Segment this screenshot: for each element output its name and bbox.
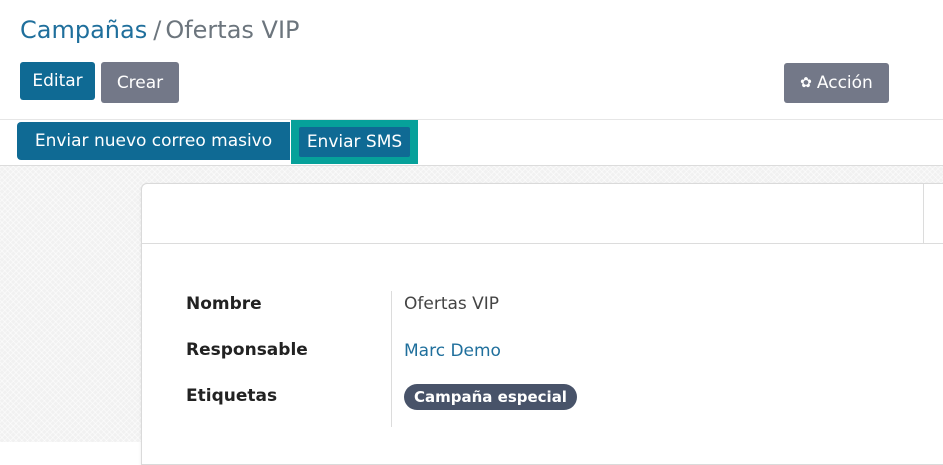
field-label-name: Nombre bbox=[186, 294, 262, 314]
field-value-name: Ofertas VIP bbox=[404, 294, 500, 314]
breadcrumb-current: Ofertas VIP bbox=[165, 16, 300, 44]
gear-icon: ✿ bbox=[800, 75, 812, 91]
send-sms-button-highlight: Enviar SMS bbox=[291, 120, 418, 164]
send-mass-mail-button[interactable]: Enviar nuevo correo masivo bbox=[17, 122, 290, 160]
form-sheet: Nombre Ofertas VIP Responsable Marc Demo… bbox=[141, 183, 943, 465]
responsible-user-link[interactable]: Marc Demo bbox=[404, 341, 501, 361]
edit-button[interactable]: Editar bbox=[20, 62, 95, 100]
send-sms-button[interactable]: Enviar SMS bbox=[299, 127, 410, 157]
sheet-header-divider bbox=[923, 184, 924, 243]
action-button-label: Acción bbox=[816, 73, 873, 93]
breadcrumb-separator: / bbox=[153, 16, 162, 44]
field-label-tags: Etiquetas bbox=[186, 386, 278, 406]
control-panel: Campañas / Ofertas VIP Editar Crear ✿ Acci… bbox=[0, 0, 943, 120]
form-statusbar: Enviar nuevo correo masivo Enviar SMS bbox=[0, 120, 943, 166]
action-button[interactable]: ✿ Acción bbox=[784, 63, 889, 103]
tag-badge: Campaña especial bbox=[404, 384, 577, 410]
field-label-responsible: Responsable bbox=[186, 340, 308, 360]
breadcrumb-parent-link[interactable]: Campañas bbox=[20, 16, 147, 44]
field-column-divider bbox=[391, 291, 392, 427]
breadcrumb: Campañas / Ofertas VIP bbox=[20, 16, 300, 44]
sheet-header bbox=[142, 184, 943, 244]
create-button[interactable]: Crear bbox=[101, 62, 179, 103]
